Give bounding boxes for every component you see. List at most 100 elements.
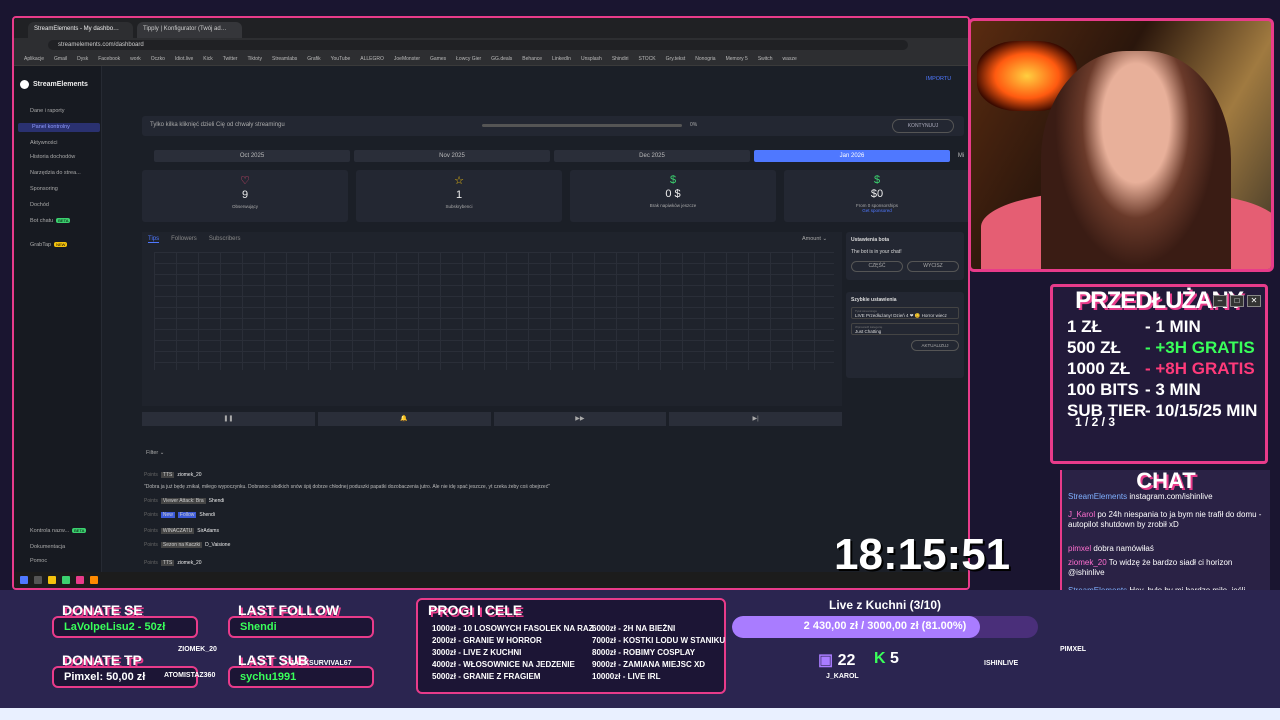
bookmark-item[interactable]: Unsplash bbox=[581, 56, 602, 62]
category-field[interactable]: Wprowadź kategorię Just Chatting bbox=[851, 323, 959, 335]
bookmarks-bar: Aplikacje Gmail Dysk Facebook work Oczko Idiot… bbox=[14, 52, 968, 66]
tab-subscribers[interactable]: Subscribers bbox=[209, 236, 241, 243]
bookmark-item[interactable]: Games bbox=[430, 56, 446, 62]
kick-count: 5 bbox=[890, 650, 899, 667]
month-jan[interactable]: Jan 2026 bbox=[754, 150, 950, 162]
app-icon[interactable] bbox=[76, 576, 84, 584]
bookmark-item[interactable]: Memory 5 bbox=[726, 56, 748, 62]
sidebar-item-grabtap[interactable]: GrabTap NEW bbox=[30, 242, 68, 248]
skip-button[interactable]: ▶▶ bbox=[493, 412, 667, 426]
feed-tag: WINACZATU bbox=[160, 528, 195, 534]
amount-dropdown[interactable]: Amount ⌄ bbox=[802, 236, 827, 242]
bookmark-item[interactable]: Facebook bbox=[98, 56, 120, 62]
rule-reward: - +3H GRATIS bbox=[1145, 338, 1255, 357]
continue-button[interactable]: KONTYNUUJ bbox=[892, 119, 954, 133]
month-next[interactable]: Mi bbox=[954, 150, 968, 162]
bookmark-item[interactable]: work bbox=[130, 56, 141, 62]
sidebar-item-sponsoring[interactable]: Sponsoring bbox=[30, 186, 58, 192]
bookmark-item[interactable]: Aplikacje bbox=[24, 56, 44, 62]
sidebar-item-chatbot[interactable]: Bot chatu BETA bbox=[30, 218, 71, 224]
sidebar-item-name-control[interactable]: Kontrola nazw... BETA bbox=[30, 528, 87, 534]
points-label: Points bbox=[144, 528, 158, 534]
chart-grid bbox=[154, 252, 834, 370]
spotify-icon[interactable] bbox=[62, 576, 70, 584]
bookmark-item[interactable]: Oczko bbox=[151, 56, 165, 62]
stream-title-field[interactable]: Tytuł streamingu LIVE Przedłużany! Dzień … bbox=[851, 307, 959, 319]
subathon-rules-panel: PRZEDŁUŻANY – □ ✕ 1 ZŁ - 1 MIN 500 ZŁ - +3H G… bbox=[1050, 284, 1268, 464]
pause-button[interactable]: ❚❚ bbox=[142, 412, 315, 426]
part-button[interactable]: CZĘŚĆ bbox=[851, 261, 903, 272]
stat-value: 9 bbox=[241, 189, 249, 201]
bookmark-item[interactable]: Grafik bbox=[307, 56, 320, 62]
sidebar-item-docs[interactable]: Dokumentacja bbox=[30, 544, 65, 550]
month-dec[interactable]: Dec 2025 bbox=[554, 150, 750, 162]
mute-button[interactable]: WYCISZ bbox=[907, 261, 959, 272]
bookmark-item[interactable]: Twitter bbox=[223, 56, 238, 62]
new-badge: NEW bbox=[54, 242, 68, 247]
feed-user[interactable]: ziomek_20 bbox=[177, 560, 201, 566]
bookmark-item[interactable]: Shindiri bbox=[612, 56, 629, 62]
windows-start-icon[interactable] bbox=[20, 576, 28, 584]
search-icon[interactable] bbox=[34, 576, 42, 584]
bookmark-item[interactable]: Idiot.live bbox=[175, 56, 193, 62]
chat-username: StreamElements bbox=[1068, 492, 1128, 501]
bookmark-item[interactable]: Switch bbox=[758, 56, 773, 62]
filter-dropdown[interactable]: Filter ⌄ bbox=[146, 450, 164, 456]
firefox-icon[interactable] bbox=[90, 576, 98, 584]
month-oct[interactable]: Oct 2025 bbox=[154, 150, 350, 162]
bookmark-item[interactable]: Gry.tekst bbox=[666, 56, 686, 62]
sidebar-item-activities[interactable]: Aktywności bbox=[30, 140, 58, 146]
bookmark-item[interactable]: Tiktoty bbox=[247, 56, 262, 62]
bookmark-item[interactable]: Nonogria bbox=[695, 56, 715, 62]
update-button[interactable]: AKTUALIZUJ bbox=[911, 340, 959, 351]
goals-panel: PROGI I CELE 1000zł - 10 LOSOWYCH FASOLE… bbox=[416, 598, 726, 694]
feed-user[interactable]: SirAdams bbox=[197, 528, 219, 534]
bookmark-item[interactable]: YouTube bbox=[331, 56, 351, 62]
rule-row: 1 ZŁ - 1 MIN bbox=[1067, 317, 1201, 337]
folder-icon[interactable] bbox=[48, 576, 56, 584]
feed-user[interactable]: Shendi bbox=[209, 498, 225, 504]
next-button[interactable]: ▶| bbox=[669, 412, 842, 426]
bot-settings-panel: Ustawienia bota The bot is in your chat!… bbox=[846, 232, 964, 280]
sidebar-item-data-reports[interactable]: Dane i raporty bbox=[30, 108, 65, 114]
bookmark-item[interactable]: Gmail bbox=[54, 56, 67, 62]
chart-tabs: Tips Followers Subscribers bbox=[148, 236, 241, 243]
bookmark-item[interactable]: Dysk bbox=[77, 56, 88, 62]
tab-tips[interactable]: Tips bbox=[148, 236, 160, 243]
tab-followers[interactable]: Followers bbox=[171, 236, 197, 243]
bookmark-item[interactable]: LinkedIn bbox=[552, 56, 571, 62]
tab-tipply[interactable]: Tipply | Konfigurator (Twój ad… bbox=[137, 22, 242, 38]
bookmark-item[interactable]: JoeMonster bbox=[394, 56, 420, 62]
bookmark-item[interactable]: Kick bbox=[203, 56, 212, 62]
goal-tracker: Live z Kuchni (3/10) 2 430,00 zł / 3000,… bbox=[732, 598, 1038, 669]
sidebar-item-dashboard[interactable]: Panel kontrolny bbox=[18, 123, 100, 132]
bookmark-item[interactable]: ALLEGRO bbox=[360, 56, 384, 62]
sidebar-item-help[interactable]: Pomoc bbox=[30, 558, 47, 564]
sidebar-item-income-history[interactable]: Historia dochodów bbox=[30, 154, 75, 160]
tab-streamelements[interactable]: StreamElements - My dashbo… bbox=[28, 22, 133, 38]
pixel-name: ATOMISTAZ360 bbox=[164, 672, 216, 679]
feed-row: Points Viewer Attack: Bra Shendi bbox=[144, 498, 834, 504]
import-link[interactable]: IMPORTU bbox=[926, 76, 951, 82]
feed-user[interactable]: ziomek_20 bbox=[177, 472, 201, 478]
dollar-icon: $ bbox=[873, 174, 881, 186]
sidebar-item-income[interactable]: Dochód bbox=[30, 202, 49, 208]
feed-user[interactable]: Shendi bbox=[199, 512, 215, 518]
brand-logo[interactable]: StreamElements bbox=[20, 80, 88, 89]
bookmark-item[interactable]: Behance bbox=[522, 56, 542, 62]
alert-bell-button[interactable]: 🔔 bbox=[317, 412, 491, 426]
get-sponsored-link[interactable]: Get sponsored bbox=[784, 208, 968, 213]
minimize-icon: – bbox=[1213, 295, 1227, 307]
month-nov[interactable]: Nov 2025 bbox=[354, 150, 550, 162]
bookmark-item[interactable]: STOCK bbox=[639, 56, 656, 62]
sidebar-item-streaming-tools[interactable]: Narzędzia do strea... bbox=[30, 170, 81, 176]
bookmark-item[interactable]: Łowcy Gier bbox=[456, 56, 481, 62]
heart-icon: ♡ bbox=[240, 175, 250, 187]
bookmark-item[interactable]: wasze bbox=[783, 56, 797, 62]
address-bar[interactable]: streamelements.com/dashboard bbox=[48, 40, 908, 50]
bookmark-item[interactable]: Streamlabs bbox=[272, 56, 297, 62]
feed-user[interactable]: D_Vaisione bbox=[205, 542, 230, 548]
chevron-down-icon: ⌄ bbox=[822, 236, 828, 242]
close-icon: ✕ bbox=[1247, 295, 1261, 307]
bookmark-item[interactable]: GG.deals bbox=[491, 56, 512, 62]
